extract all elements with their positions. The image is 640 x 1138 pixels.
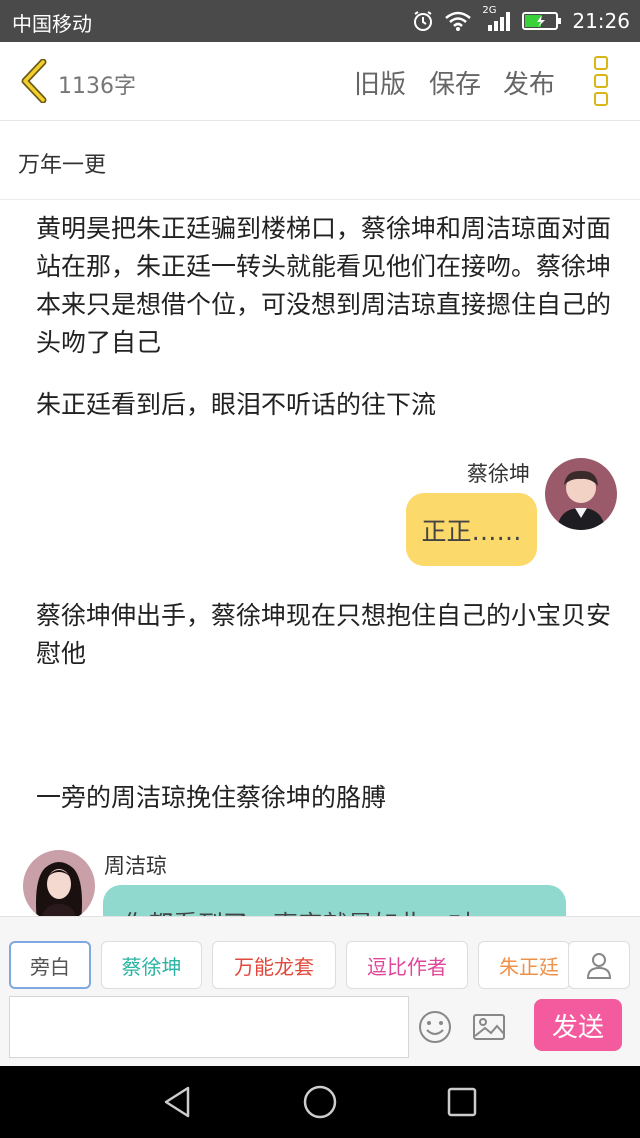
menu-dot bbox=[594, 56, 608, 70]
nav-home-icon[interactable] bbox=[302, 1084, 338, 1120]
narration-paragraph[interactable]: 黄明昊把朱正廷骗到楼梯口，蔡徐坤和周洁琼面对面站在那，朱正廷一转头就能看见他们在… bbox=[36, 210, 614, 362]
send-button[interactable]: 发送 bbox=[534, 999, 622, 1051]
old-version-button[interactable]: 旧版 bbox=[354, 64, 406, 101]
role-label: 旁白 bbox=[30, 954, 70, 979]
role-label: 蔡徐坤 bbox=[121, 954, 182, 979]
status-icons: 2G 21:26 bbox=[412, 5, 630, 36]
message-input[interactable] bbox=[9, 996, 409, 1058]
role-label: 朱正廷 bbox=[499, 954, 559, 979]
wifi-icon bbox=[445, 11, 472, 31]
role-chip-extra[interactable]: 万能龙套 bbox=[212, 941, 336, 989]
role-chip-caixukun[interactable]: 蔡徐坤 bbox=[101, 941, 202, 989]
nav-recents-icon[interactable] bbox=[444, 1084, 480, 1120]
speaker-name: 周洁琼 bbox=[104, 854, 167, 878]
speaker-name: 蔡徐坤 bbox=[467, 462, 530, 486]
role-chip-author[interactable]: 逗比作者 bbox=[346, 941, 468, 989]
send-label: 发送 bbox=[551, 1012, 604, 1043]
chapter-title: 万年一更 bbox=[18, 153, 107, 178]
avatar[interactable] bbox=[545, 458, 617, 530]
message-bubble[interactable]: 正正…… bbox=[406, 493, 537, 566]
role-selector-bar: 旁白 蔡徐坤 万能龙套 逗比作者 朱正廷 bbox=[0, 916, 640, 993]
chapter-title-row[interactable]: 万年一更 bbox=[0, 121, 640, 200]
editor-header: 1136字 旧版 保存 发布 bbox=[0, 42, 640, 121]
menu-dot bbox=[594, 74, 608, 88]
back-button[interactable] bbox=[14, 56, 54, 106]
save-button[interactable]: 保存 bbox=[429, 64, 481, 101]
signal-icon: 2G bbox=[482, 5, 512, 33]
person-icon bbox=[586, 953, 612, 979]
role-label: 万能龙套 bbox=[234, 954, 314, 979]
role-label: 逗比作者 bbox=[367, 954, 447, 979]
manage-roles-button[interactable] bbox=[568, 941, 630, 989]
narration-paragraph[interactable]: 一旁的周洁琼挽住蔡徐坤的胳膊 bbox=[36, 779, 614, 817]
system-nav-bar bbox=[0, 1066, 640, 1138]
publish-button[interactable]: 发布 bbox=[503, 64, 555, 101]
image-icon[interactable] bbox=[472, 1010, 506, 1044]
avatar[interactable] bbox=[23, 850, 95, 922]
nav-back-icon[interactable] bbox=[160, 1084, 196, 1120]
battery-icon bbox=[522, 12, 562, 30]
message-text: 正正…… bbox=[421, 516, 522, 546]
word-count: 1136字 bbox=[58, 74, 136, 99]
more-menu-button[interactable] bbox=[594, 56, 614, 106]
chevron-left-icon bbox=[21, 59, 47, 103]
menu-dot bbox=[594, 92, 608, 106]
status-bar: 中国移动 2G 21:26 bbox=[0, 0, 640, 42]
narration-paragraph[interactable]: 蔡徐坤伸出手，蔡徐坤现在只想抱住自己的小宝贝安慰他 bbox=[36, 597, 614, 673]
carrier-name: 中国移动 bbox=[12, 12, 92, 36]
emoji-icon[interactable] bbox=[418, 1010, 452, 1044]
clock: 21:26 bbox=[572, 9, 630, 33]
role-chip-zhuzhengting[interactable]: 朱正廷 bbox=[478, 941, 570, 989]
composer-bar: 发送 bbox=[0, 992, 640, 1066]
narration-paragraph[interactable]: 朱正廷看到后，眼泪不听话的往下流 bbox=[36, 386, 614, 424]
alarm-icon bbox=[414, 11, 433, 31]
role-chip-narrator[interactable]: 旁白 bbox=[9, 941, 91, 989]
